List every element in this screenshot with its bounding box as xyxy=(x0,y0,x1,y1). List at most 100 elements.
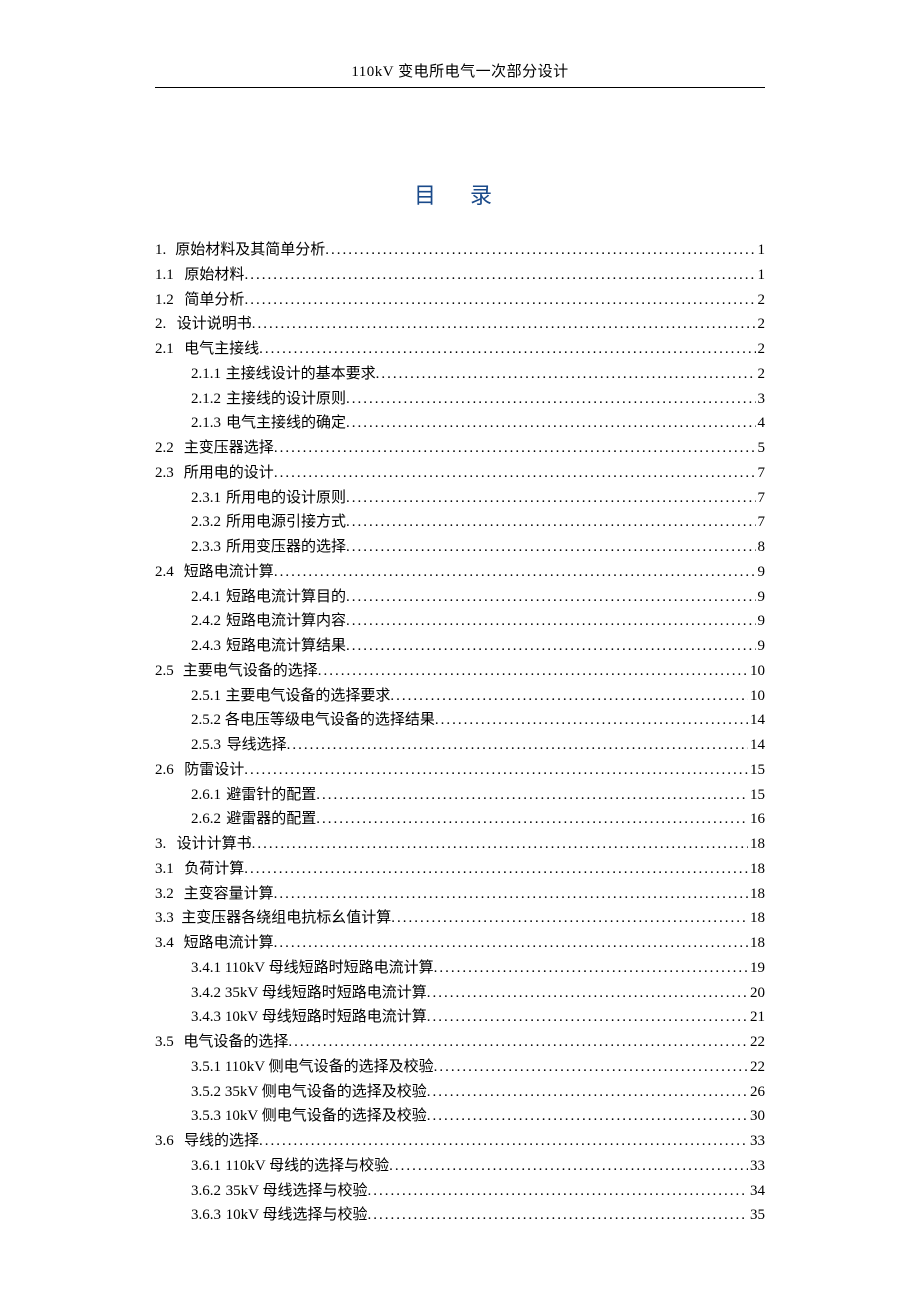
toc-entry-number: 2.5 xyxy=(155,659,174,684)
toc-entry-number: 3.1 xyxy=(155,857,174,882)
toc-entry-title: 原始材料及其简单分析 xyxy=(175,238,325,263)
toc-entry-page: 10 xyxy=(748,659,765,684)
dot-leader xyxy=(346,510,756,535)
toc-entry-number: 3.3 xyxy=(155,906,174,931)
dot-leader xyxy=(346,387,756,412)
toc-entry-page: 7 xyxy=(756,486,766,511)
toc-entry: 3.1负荷计算18 xyxy=(155,857,765,882)
toc-entry-page: 30 xyxy=(748,1104,765,1129)
dot-leader xyxy=(346,634,756,659)
dot-leader xyxy=(244,288,755,313)
dot-leader xyxy=(318,659,748,684)
toc-entry-page: 14 xyxy=(748,733,765,758)
toc-entry-title: 短路电流计算目的 xyxy=(226,585,346,610)
toc-entry-number: 2.3.1 xyxy=(191,486,221,511)
dot-leader xyxy=(367,1179,748,1204)
toc-entry-title: 避雷针的配置 xyxy=(226,783,316,808)
toc-entry-number: 2.4.1 xyxy=(191,585,221,610)
toc-entry-page: 4 xyxy=(756,411,766,436)
toc-entry-title: 短路电流计算 xyxy=(184,560,274,585)
toc-entry: 3.6.310kV 母线选择与校验35 xyxy=(155,1203,765,1228)
toc-entry-number: 3. xyxy=(155,832,166,857)
toc-entry-page: 7 xyxy=(756,461,766,486)
toc-entry-number: 3.5 xyxy=(155,1030,174,1055)
toc-entry-number: 3.5.2 xyxy=(191,1080,221,1105)
dot-leader xyxy=(252,312,756,337)
dot-leader xyxy=(274,931,748,956)
toc-entry: 3.4.1110kV 母线短路时短路电流计算19 xyxy=(155,956,765,981)
dot-leader xyxy=(316,783,748,808)
toc-entry-title: 简单分析 xyxy=(184,288,244,313)
toc-entry-title: 主变压器选择 xyxy=(184,436,274,461)
toc-entry-number: 2.4 xyxy=(155,560,174,585)
toc-entry: 2.6防雷设计15 xyxy=(155,758,765,783)
dot-leader xyxy=(367,1203,748,1228)
dot-leader xyxy=(244,857,748,882)
dot-leader xyxy=(288,1030,748,1055)
toc-entry-number: 2.4.2 xyxy=(191,609,221,634)
toc-entry: 2.4.3短路电流计算结果9 xyxy=(155,634,765,659)
toc-entry-title: 35kV 侧电气设备的选择及校验 xyxy=(225,1080,427,1105)
dot-leader xyxy=(316,807,748,832)
toc-entry-page: 18 xyxy=(748,906,765,931)
toc-entry-number: 3.4.1 xyxy=(191,956,221,981)
toc-entry-number: 3.6 xyxy=(155,1129,174,1154)
toc-entry-title: 所用电的设计原则 xyxy=(226,486,346,511)
toc-entry-number: 3.6.1 xyxy=(191,1154,221,1179)
dot-leader xyxy=(427,1005,748,1030)
toc-entry-page: 16 xyxy=(748,807,765,832)
toc-entry-number: 3.4 xyxy=(155,931,174,956)
dot-leader xyxy=(274,560,756,585)
toc-entry: 3.4.235kV 母线短路时短路电流计算20 xyxy=(155,981,765,1006)
running-header: 110kV 变电所电气一次部分设计 xyxy=(155,60,765,88)
dot-leader xyxy=(346,585,756,610)
toc-entry-title: 所用电的设计 xyxy=(184,461,274,486)
toc-entry-title: 短路电流计算结果 xyxy=(226,634,346,659)
toc-entry-title: 35kV 母线选择与校验 xyxy=(226,1179,368,1204)
dot-leader xyxy=(274,436,756,461)
toc-entry-page: 22 xyxy=(748,1030,765,1055)
dot-leader xyxy=(427,1104,748,1129)
toc-entry: 3.6.235kV 母线选择与校验34 xyxy=(155,1179,765,1204)
dot-leader xyxy=(259,1129,748,1154)
dot-leader xyxy=(346,411,756,436)
toc-entry-number: 3.4.2 xyxy=(191,981,221,1006)
dot-leader xyxy=(252,832,748,857)
toc-entry: 2.3.3所用变压器的选择8 xyxy=(155,535,765,560)
toc-entry: 1.原始材料及其简单分析1 xyxy=(155,238,765,263)
toc-entry-page: 15 xyxy=(748,783,765,808)
toc-entry-title: 主接线设计的基本要求 xyxy=(226,362,376,387)
toc-entry: 2.1.3电气主接线的确定4 xyxy=(155,411,765,436)
toc-entry: 3.2主变容量计算18 xyxy=(155,882,765,907)
dot-leader xyxy=(389,1154,748,1179)
toc-entry: 3.6导线的选择33 xyxy=(155,1129,765,1154)
dot-leader xyxy=(346,486,756,511)
dot-leader xyxy=(434,956,748,981)
toc-entry-number: 3.6.3 xyxy=(191,1203,221,1228)
toc-entry-page: 18 xyxy=(748,832,765,857)
toc-entry-number: 3.4.3 xyxy=(191,1005,221,1030)
dot-leader xyxy=(244,263,755,288)
document-page: 110kV 变电所电气一次部分设计 目 录 1.原始材料及其简单分析11.1原始… xyxy=(70,60,850,1228)
toc-entry: 2.1.2主接线的设计原则 3 xyxy=(155,387,765,412)
toc-entry: 2.1.1主接线设计的基本要求2 xyxy=(155,362,765,387)
toc-entry-title: 负荷计算 xyxy=(184,857,244,882)
toc-entry: 1.1原始材料1 xyxy=(155,263,765,288)
toc-entry: 3.5.1110kV 侧电气设备的选择及校验22 xyxy=(155,1055,765,1080)
toc-entry-number: 3.6.2 xyxy=(191,1179,221,1204)
toc-entry-page: 1 xyxy=(756,238,766,263)
toc-entry-number: 2.1.2 xyxy=(191,387,221,412)
toc-entry-title: 主接线的设计原则 xyxy=(226,387,346,412)
toc-entry-number: 2.6 xyxy=(155,758,174,783)
toc-entry-number: 1.2 xyxy=(155,288,174,313)
toc-entry-page: 18 xyxy=(748,882,765,907)
toc-entry: 1.2简单分析2 xyxy=(155,288,765,313)
toc-entry-page: 3 xyxy=(756,387,766,412)
toc-entry-title: 110kV 母线短路时短路电流计算 xyxy=(225,956,434,981)
dot-leader xyxy=(427,981,748,1006)
toc-entry-page: 2 xyxy=(756,337,766,362)
toc-entry-number: 2.1.1 xyxy=(191,362,221,387)
toc-entry-title: 主变压器各绕组电抗标幺值计算 xyxy=(181,906,391,931)
toc-entry-page: 20 xyxy=(748,981,765,1006)
toc-entry-title: 设计说明书 xyxy=(177,312,252,337)
